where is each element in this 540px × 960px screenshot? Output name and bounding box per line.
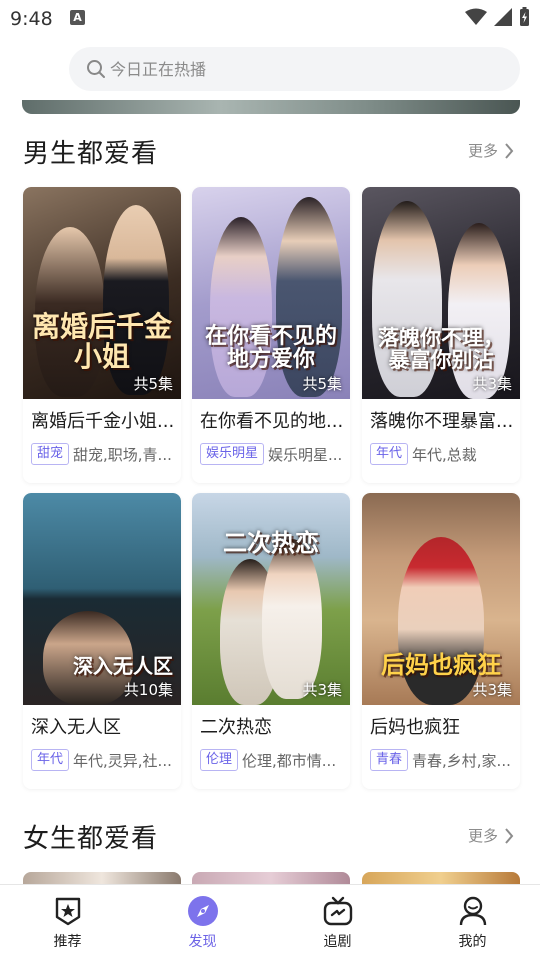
drama-card[interactable]: 二次热恋 共3集 二次热恋 伦理 伦理,都市情... (192, 493, 350, 789)
nav-label: 追剧 (323, 934, 352, 950)
nav-profile[interactable]: 我的 (405, 885, 540, 960)
drama-tags: 娱乐明星 娱乐明星... (200, 443, 346, 465)
status-bar: 9:48 A (0, 0, 540, 38)
drama-poster: 深入无人区 共10集 (23, 493, 181, 705)
drama-card[interactable]: 在你看不见的地方爱你 共5集 在你看不见的地... 娱乐明星 娱乐明星... (192, 187, 350, 483)
user-icon (459, 896, 486, 926)
section-title-men: 男生都爱看 (23, 139, 159, 169)
more-link-men[interactable]: 更多 (468, 140, 514, 161)
more-label: 更多 (467, 827, 498, 845)
drama-tags: 年代 年代,灵异,社... (31, 749, 177, 771)
search-bar[interactable] (69, 47, 520, 91)
drama-poster: 落魄你不理，暴富你别沾 共3集 (362, 187, 520, 399)
genre-list: 伦理,都市情... (242, 751, 337, 770)
drama-title: 深入无人区 (31, 717, 121, 738)
drama-title: 二次热恋 (200, 717, 272, 738)
poster-caption: 二次热恋 (223, 527, 319, 557)
poster-caption: 深入无人区 (73, 654, 173, 678)
nav-recommend[interactable]: 推荐 (0, 885, 135, 960)
category-badge: 娱乐明星 (200, 443, 265, 465)
episode-count: 共3集 (472, 375, 512, 393)
poster-caption: 后妈也疯狂 (381, 649, 501, 679)
compass-icon (187, 896, 218, 926)
episode-count: 共5集 (302, 375, 342, 393)
drama-tags: 甜宠 甜宠,职场,青... (31, 443, 177, 465)
episode-count: 共5集 (133, 375, 173, 393)
poster-caption: 落魄你不理，暴富你别沾 (378, 324, 504, 372)
drama-tags: 伦理 伦理,都市情... (200, 749, 346, 771)
search-icon (87, 60, 105, 78)
poster-caption: 离婚后千金小姐 (31, 310, 172, 373)
tv-icon (323, 896, 352, 926)
drama-card[interactable]: 离婚后千金小姐 共5集 离婚后千金小姐... 甜宠 甜宠,职场,青... (23, 187, 181, 483)
drama-title: 后妈也疯狂 (370, 717, 460, 738)
poster-caption: 在你看不见的地方爱你 (204, 322, 337, 372)
nav-label: 推荐 (53, 934, 82, 950)
category-badge: 伦理 (200, 749, 239, 771)
drama-title: 落魄你不理暴富... (370, 411, 514, 432)
drama-poster: 在你看不见的地方爱你 共5集 (192, 187, 350, 399)
nav-label: 我的 (458, 934, 487, 950)
genre-list: 年代,总裁 (412, 445, 477, 464)
genre-list: 娱乐明星... (268, 445, 343, 464)
drama-title: 离婚后千金小姐... (31, 411, 175, 432)
category-badge: 年代 (31, 749, 70, 771)
nav-discover[interactable]: 发现 (135, 885, 270, 960)
status-icons (465, 7, 530, 27)
drama-poster: 后妈也疯狂 共3集 (362, 493, 520, 705)
drama-poster: 二次热恋 共3集 (192, 493, 350, 705)
genre-list: 青春,乡村,家... (412, 751, 511, 770)
episode-count: 共3集 (472, 681, 512, 699)
drama-tags: 青春 青春,乡村,家... (370, 749, 516, 771)
category-badge: 青春 (370, 749, 409, 771)
wifi-icon (465, 8, 487, 25)
nav-label: 发现 (188, 934, 217, 950)
more-link-women[interactable]: 更多 (468, 825, 514, 846)
drama-card[interactable]: 后妈也疯狂 共3集 后妈也疯狂 青春 青春,乡村,家... (362, 493, 520, 789)
drama-card[interactable]: 落魄你不理，暴富你别沾 共3集 落魄你不理暴富... 年代 年代,总裁 (362, 187, 520, 483)
battery-icon (520, 7, 529, 26)
drama-tags: 年代 年代,总裁 (370, 443, 516, 465)
status-time: 9:48 (10, 8, 53, 30)
more-label: 更多 (467, 142, 498, 160)
episode-count: 共3集 (302, 681, 342, 699)
drama-poster: 离婚后千金小姐 共5集 (23, 187, 181, 399)
notification-icon: A (70, 10, 85, 25)
category-badge: 甜宠 (31, 443, 70, 465)
genre-list: 年代,灵异,社... (73, 751, 172, 770)
category-badge: 年代 (370, 443, 409, 465)
search-input[interactable] (110, 59, 470, 79)
episode-count: 共10集 (123, 681, 173, 699)
nav-following[interactable]: 追剧 (270, 885, 405, 960)
chevron-right-icon (505, 142, 514, 159)
drama-card[interactable]: 深入无人区 共10集 深入无人区 年代 年代,灵异,社... (23, 493, 181, 789)
signal-icon (494, 8, 512, 26)
genre-list: 甜宠,职场,青... (73, 445, 172, 464)
banner-carousel[interactable] (22, 100, 520, 114)
shield-star-icon (55, 897, 80, 926)
chevron-right-icon (505, 827, 514, 844)
bottom-nav: 推荐 发现 追剧 我的 (0, 884, 540, 960)
section-title-women: 女生都爱看 (23, 824, 159, 854)
drama-title: 在你看不见的地... (200, 411, 344, 432)
